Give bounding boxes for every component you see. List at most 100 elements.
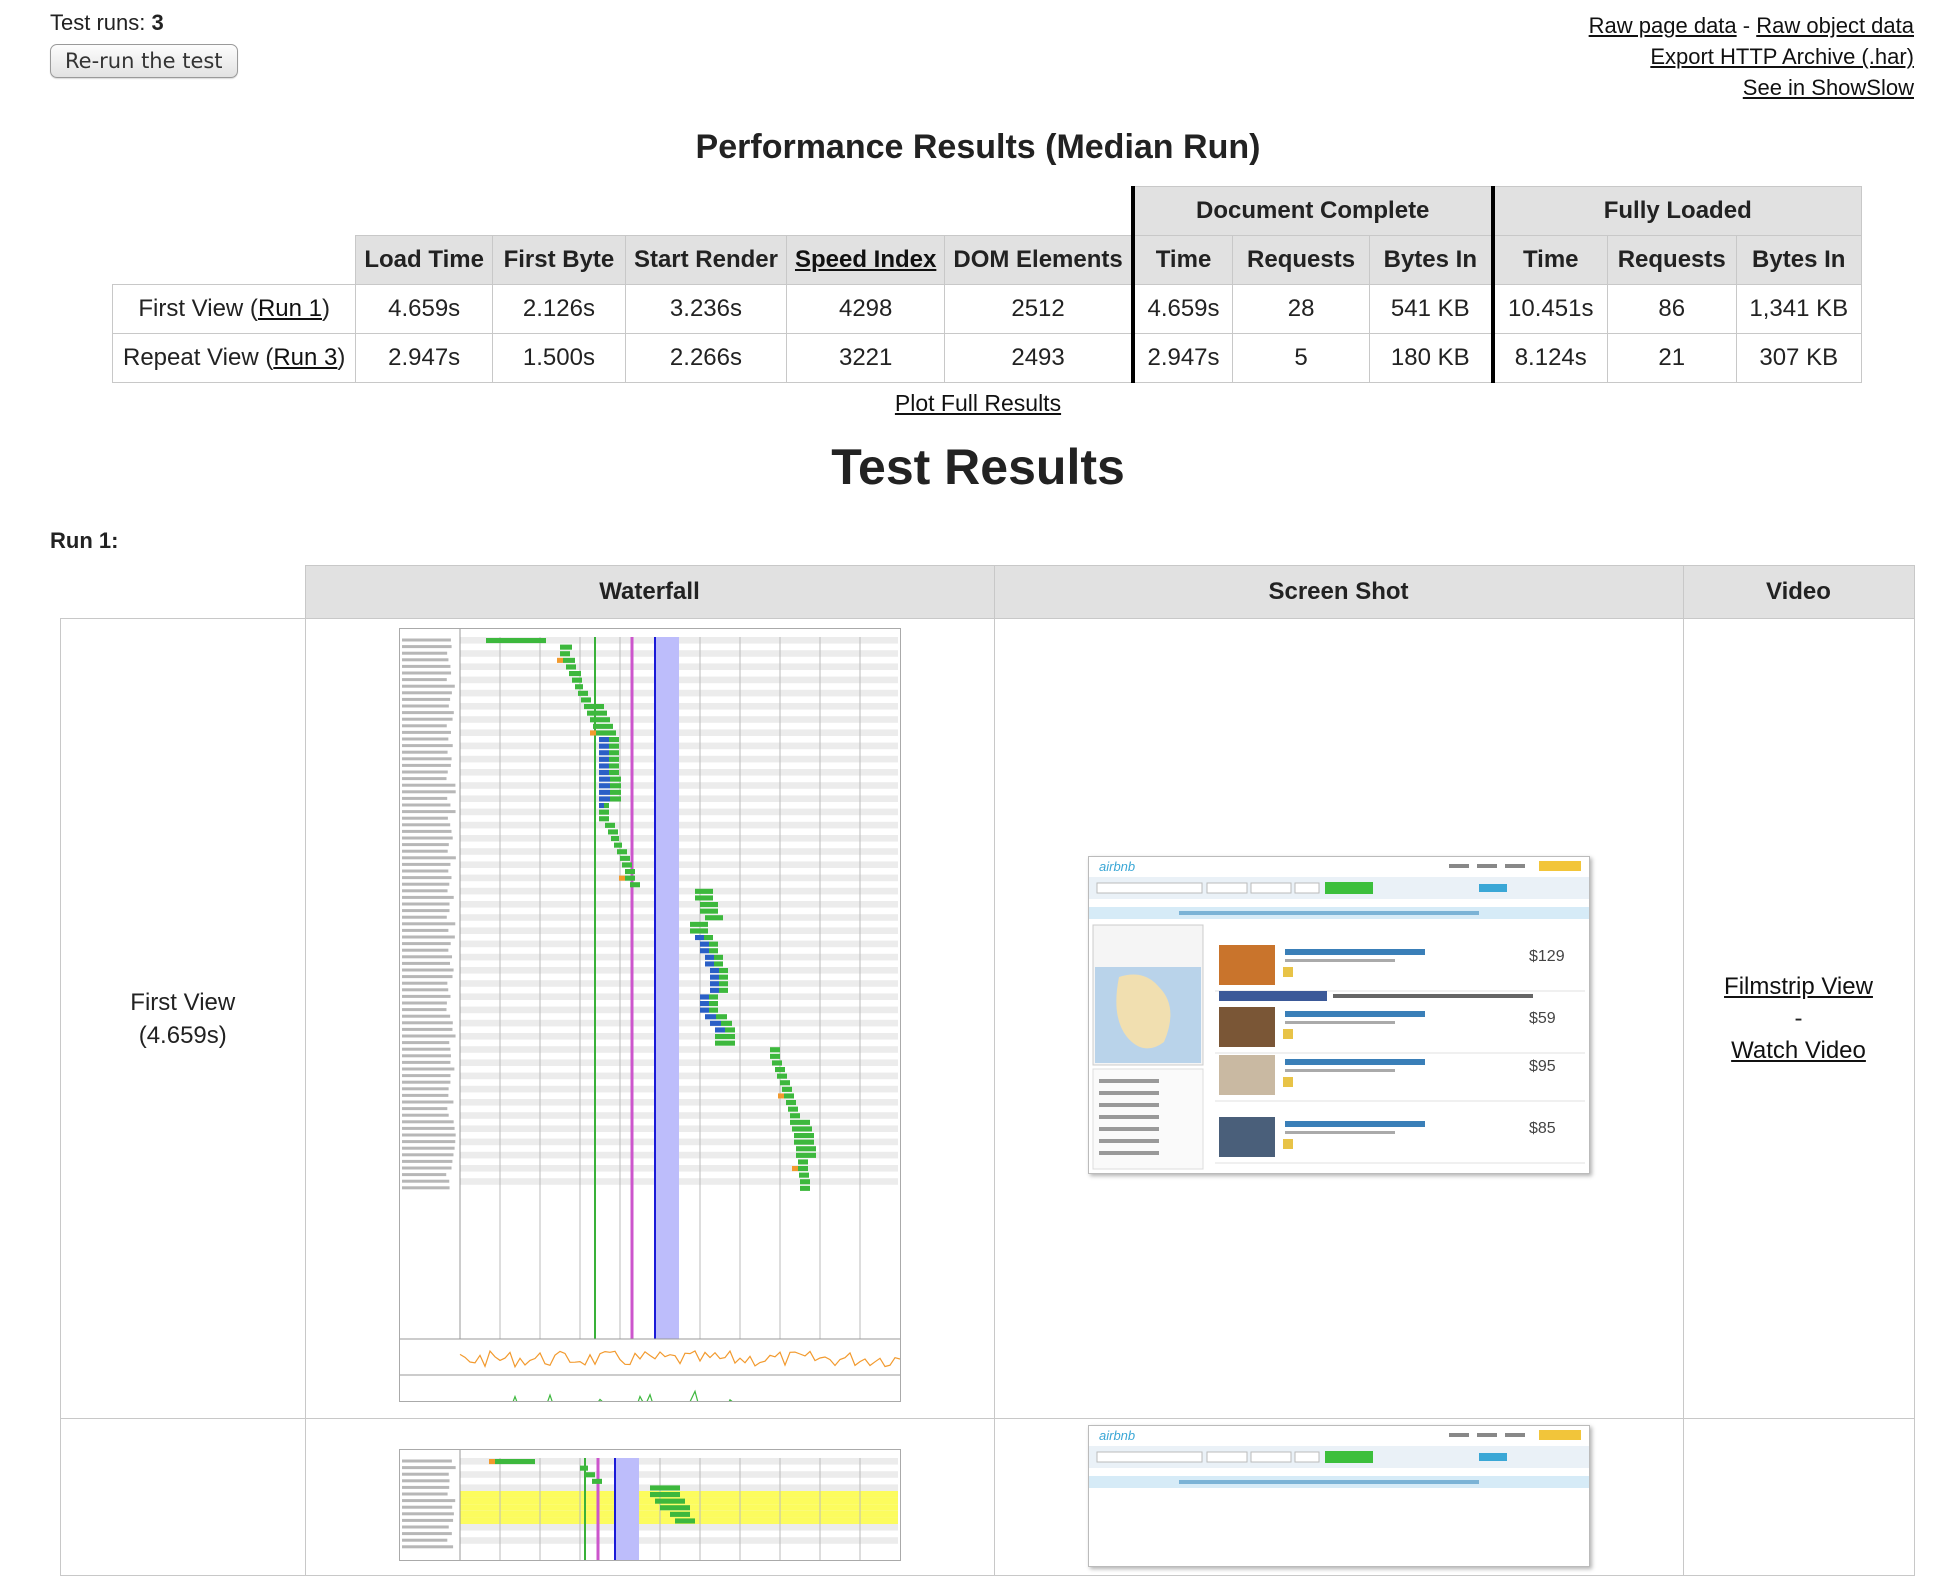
- table-cell: 2512: [944, 284, 1134, 334]
- url-label: [401, 1100, 453, 1104]
- request-bar-ttfb: [797, 1159, 808, 1165]
- url-label: [401, 1140, 455, 1144]
- url-label: [401, 1153, 453, 1157]
- request-bar-ttfb: [610, 836, 619, 842]
- url-label: [401, 638, 451, 642]
- request-bar-ttfb: [669, 1511, 690, 1517]
- nav-link: [1448, 1433, 1469, 1437]
- raw-object-data-link[interactable]: Raw object data: [1756, 13, 1914, 38]
- request-bar-ttfb: [607, 829, 618, 835]
- url-label: [401, 671, 451, 675]
- url-label: [401, 961, 450, 965]
- request-bar-ttfb: [713, 961, 723, 967]
- request-bar-ttfb: [789, 1119, 810, 1125]
- listing-subtitle: [1284, 1021, 1395, 1024]
- url-label: [401, 836, 453, 840]
- url-label: [401, 1126, 455, 1130]
- screenshot-cell: airbnb $129 $59 $95 $85: [993, 618, 1684, 1419]
- table-cell: 2.947s: [1130, 333, 1234, 383]
- url-label: [401, 902, 450, 906]
- request-bar-ttfb: [708, 994, 718, 1000]
- waterfall-cell: [304, 1418, 995, 1576]
- request-bar-ttfb: [595, 730, 616, 736]
- filmstrip-view-link[interactable]: Filmstrip View: [1724, 973, 1873, 1000]
- url-label: [401, 856, 456, 860]
- guests-select: [1294, 882, 1319, 894]
- request-bar-ttfb: [624, 869, 635, 875]
- waterfall-header: Waterfall: [304, 565, 995, 619]
- request-bar-ttfb: [720, 1020, 732, 1026]
- request-bar-ttfb: [608, 743, 619, 749]
- request-bar-ttfb: [649, 1485, 680, 1491]
- checkout-input: [1250, 1451, 1291, 1463]
- url-label: [401, 724, 447, 728]
- request-bar-ttfb: [795, 1152, 816, 1158]
- location-input: [1096, 882, 1202, 894]
- listing-price: $85: [1529, 1120, 1556, 1137]
- url-label: [401, 862, 450, 866]
- table-cell: 541 KB: [1368, 284, 1494, 334]
- request-bar-ttfb: [715, 1014, 727, 1020]
- url-label: [401, 1133, 456, 1137]
- col-dc-bytes: Bytes In: [1368, 235, 1494, 285]
- request-bar-ttfb: [769, 1053, 780, 1059]
- url-label: [401, 704, 449, 708]
- request-bar-download: [704, 1014, 716, 1020]
- table-cell: 1,341 KB: [1735, 284, 1862, 334]
- url-label: [401, 770, 448, 774]
- location-input: [1096, 1451, 1202, 1463]
- nav-link: [1448, 864, 1469, 868]
- nav-link: [1476, 864, 1497, 868]
- col-fl-bytes: Bytes In: [1735, 235, 1862, 285]
- request-bar-download: [704, 954, 714, 960]
- col-speed-index[interactable]: Speed Index: [785, 235, 946, 285]
- run-3-link[interactable]: Run 3: [273, 344, 337, 371]
- request-bar-ttfb: [781, 1086, 792, 1092]
- listing-title: [1284, 1011, 1425, 1017]
- nav-link: [1476, 1433, 1497, 1437]
- request-bar-ttfb: [654, 1498, 685, 1504]
- showslow-link[interactable]: See in ShowSlow: [1743, 75, 1914, 100]
- request-bar-download: [704, 961, 714, 967]
- table-cell: 5: [1232, 333, 1370, 383]
- waterfall-chart[interactable]: [398, 628, 901, 1402]
- export-har-link[interactable]: Export HTTP Archive (.har): [1650, 44, 1914, 69]
- page-screenshot-repeat[interactable]: airbnb: [1087, 1425, 1590, 1567]
- url-label: [401, 876, 451, 880]
- first-view-row: First View (Run 1) 4.659s 2.126s 3.236s …: [111, 284, 1862, 334]
- url-label: [401, 869, 448, 873]
- request-bar-ttfb: [708, 1001, 718, 1007]
- run-1-link[interactable]: Run 1: [258, 295, 322, 322]
- request-bar-download: [709, 987, 719, 993]
- url-label: [401, 1532, 452, 1536]
- request-bar-ttfb: [568, 671, 581, 677]
- url-label: [401, 988, 448, 992]
- request-bar-ttfb: [791, 1126, 812, 1132]
- url-label: [401, 1067, 454, 1071]
- request-bar-ttfb: [649, 1492, 680, 1498]
- site-logo: airbnb: [1099, 859, 1135, 874]
- raw-page-data-link[interactable]: Raw page data: [1589, 13, 1737, 38]
- url-label: [401, 948, 448, 952]
- url-label: [401, 1512, 454, 1516]
- request-bar-ttfb: [583, 704, 604, 710]
- search-button: [1324, 882, 1373, 894]
- url-label: [401, 691, 452, 695]
- col-dc-requests: Requests: [1232, 235, 1370, 285]
- listing-thumbnail: [1218, 1117, 1275, 1157]
- video-cell: [1682, 1418, 1915, 1576]
- plot-full-results-link[interactable]: Plot Full Results: [895, 390, 1061, 416]
- host-avatar: [1282, 967, 1293, 977]
- waterfall-chart-repeat[interactable]: [398, 1449, 901, 1561]
- rerun-test-button[interactable]: Re-run the test: [50, 44, 238, 78]
- page-screenshot[interactable]: airbnb $129 $59 $95 $85: [1087, 856, 1590, 1174]
- url-label: [401, 1008, 446, 1012]
- onload-band: [654, 637, 679, 1339]
- performance-title: Performance Results (Median Run): [695, 128, 1261, 166]
- listing-title: [1284, 1059, 1425, 1065]
- watch-video-link[interactable]: Watch Video: [1731, 1037, 1866, 1064]
- filter-option: [1098, 1139, 1159, 1143]
- request-bar-download: [709, 1020, 721, 1026]
- url-label: [401, 981, 447, 985]
- nav-link: [1504, 864, 1525, 868]
